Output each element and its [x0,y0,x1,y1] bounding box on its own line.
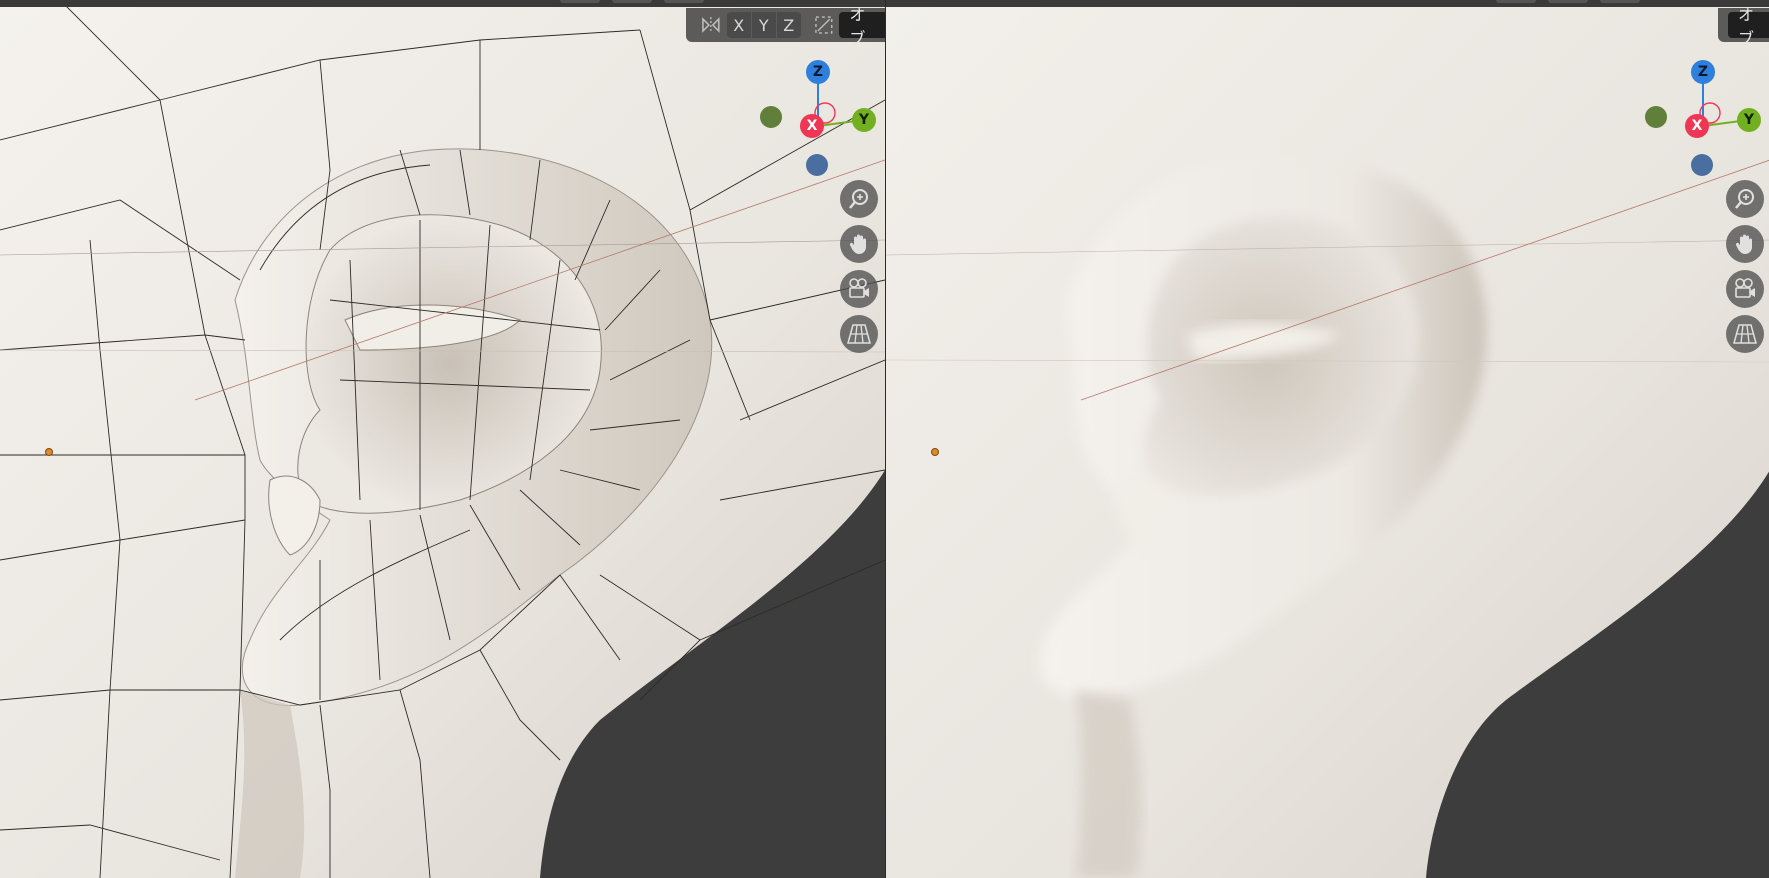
viewport-wireframe[interactable]: X Y Z オブ Z X Y [0,0,885,878]
mirror-toolbar: X Y Z オブ [686,5,885,48]
pan-hand-icon[interactable] [840,225,878,263]
zoom-icon[interactable] [1726,180,1764,218]
viewport-header-strip [886,0,1769,7]
mode-selector[interactable]: オブ [839,5,885,48]
gizmo-neg-y-axis[interactable] [760,106,782,128]
mirror-z-button[interactable]: Z [776,12,801,38]
gizmo-y-axis[interactable]: Y [852,108,876,132]
ear-shadow [1076,690,1142,878]
camera-view-icon[interactable] [1726,270,1764,308]
pan-hand-icon[interactable] [1726,225,1764,263]
gizmo-z-axis[interactable]: Z [1691,60,1715,84]
navigation-gizmo[interactable]: Z X Y [1640,58,1761,188]
perspective-grid-icon[interactable] [1726,315,1764,353]
perspective-grid-icon[interactable] [840,315,878,353]
object-origin-point [45,448,53,456]
object-origin-point [931,448,939,456]
zoom-icon[interactable] [840,180,878,218]
gizmo-neg-z-axis[interactable] [806,154,828,176]
mode-selector[interactable]: オブ [1728,5,1769,48]
gizmo-x-axis[interactable]: X [800,114,824,138]
mode-toolbar: オブ [1718,5,1769,48]
mirror-y-button[interactable]: Y [751,12,776,38]
mirror-x-button[interactable]: X [726,12,751,38]
gizmo-neg-y-axis[interactable] [1645,106,1667,128]
viewport-smooth[interactable]: オブ Z X Y [885,0,1769,878]
mesh-wireframe-scene [0,0,885,878]
mesh-smooth-scene [886,0,1769,878]
navigation-gizmo[interactable]: Z X Y [755,58,876,188]
camera-view-icon[interactable] [840,270,878,308]
viewport-header-strip [0,0,885,7]
mirror-icon[interactable] [696,12,726,38]
gizmo-z-axis[interactable]: Z [806,60,830,84]
proportional-edit-icon[interactable] [809,12,839,38]
gizmo-x-axis[interactable]: X [1685,114,1709,138]
gizmo-neg-z-axis[interactable] [1691,154,1713,176]
gizmo-y-axis[interactable]: Y [1737,108,1761,132]
